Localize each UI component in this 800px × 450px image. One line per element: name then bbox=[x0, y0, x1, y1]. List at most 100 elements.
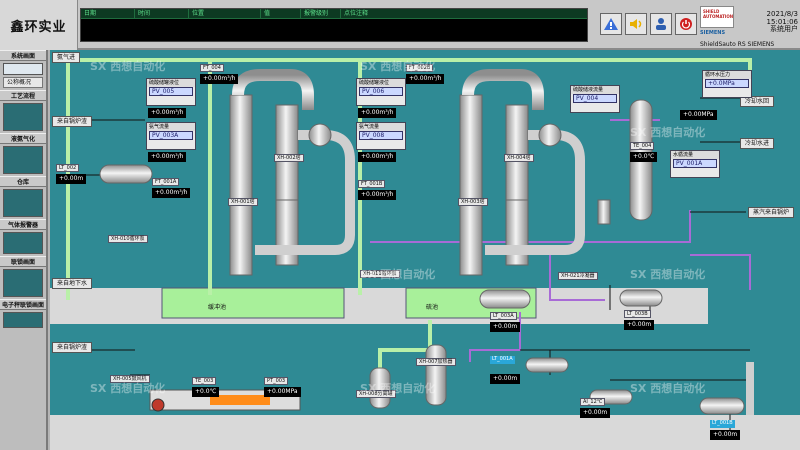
tower-2-lower bbox=[275, 199, 299, 266]
readout-lt003a: +0.00m bbox=[490, 322, 521, 332]
panel-pv008[interactable]: 氨气流量 PV_008 bbox=[356, 122, 406, 150]
readout-te004: +0.0℃ bbox=[630, 152, 658, 162]
tag-te004: TE_004 bbox=[630, 142, 655, 150]
flow-site-water: 来自地下水 bbox=[52, 278, 93, 289]
user-button[interactable] bbox=[650, 13, 672, 35]
tank-a bbox=[525, 357, 569, 373]
label-tower3[interactable]: XH-003塔 bbox=[458, 198, 488, 206]
label-pump-a[interactable]: XH-010循环泵 bbox=[108, 235, 148, 243]
alarm-banner[interactable]: 日期 时间 位置 值 报警级别 点位注释 bbox=[80, 8, 588, 42]
alarm-header-row: 日期 时间 位置 值 报警级别 点位注释 bbox=[81, 9, 587, 19]
scada-window: 鑫环实业 日期 时间 位置 值 报警级别 点位注释 SHIELD AUTOMAT… bbox=[0, 0, 800, 450]
watermark: SX 西想自动化 bbox=[360, 60, 436, 73]
readout-ai001: +0.00m bbox=[580, 408, 611, 418]
nav-section-gas-alarm[interactable]: 气体报警器 bbox=[0, 219, 46, 230]
panel-pt007[interactable]: 循环水压力 +0.0MPa bbox=[702, 70, 752, 98]
process-canvas: 氨气进 来自锅炉渣 来自地下水 来自锅炉渣 冷却水回 冷却水进 蒸汽来自锅炉 硫… bbox=[50, 50, 800, 450]
flow-cooling-water-in: 冷却水进 bbox=[740, 138, 775, 149]
alarm-col-level: 报警级别 bbox=[301, 9, 341, 18]
readout-pv006: +0.00m³/h bbox=[358, 108, 397, 118]
readout-pv008: +0.00m³/h bbox=[358, 152, 397, 162]
panel-pv006[interactable]: 硫酸储罐液位 PV_006 bbox=[356, 78, 406, 106]
tower-1-body bbox=[229, 94, 253, 276]
sound-button[interactable] bbox=[625, 13, 647, 35]
readout-lt003b: +0.00m bbox=[624, 320, 655, 330]
ground-slab-upper bbox=[50, 288, 708, 324]
buffer-pool bbox=[161, 287, 345, 319]
tower-3-body bbox=[459, 94, 483, 276]
nav-section-process[interactable]: 工艺流程 bbox=[0, 90, 46, 101]
tower-3-loop bbox=[485, 130, 585, 255]
alarm-col-date: 日期 bbox=[81, 9, 135, 18]
power-button[interactable] bbox=[675, 13, 697, 35]
readout-lt001b: +0.00m bbox=[710, 430, 741, 440]
tag-lt003a: LT_003A bbox=[490, 312, 517, 320]
readout-ft001b: +0.00m³/h bbox=[358, 190, 397, 200]
tag-lt002: LT_002 bbox=[56, 164, 80, 172]
label-vessel-a[interactable]: XH-021冷凝器 bbox=[558, 272, 598, 280]
watermark: SX 西想自动化 bbox=[630, 382, 706, 395]
label-tower4[interactable]: XH-004塔 bbox=[504, 154, 534, 162]
panel-pv001a[interactable]: 水循流量 PV_001A bbox=[670, 150, 720, 178]
vessel-b bbox=[619, 289, 663, 307]
siemens-logo: SIEMENS bbox=[700, 30, 726, 36]
label-buffer-pool: 缓冲池 bbox=[208, 304, 227, 311]
panel-pv003a[interactable]: 氨气流量 PV_003A bbox=[146, 122, 196, 150]
ground-slab-lower bbox=[50, 415, 800, 450]
tower-2-body bbox=[275, 104, 299, 201]
current-user: 系统用户 bbox=[770, 25, 798, 33]
speaker-icon bbox=[630, 19, 642, 29]
vessel-a bbox=[479, 289, 531, 309]
readout-ft002b: +0.00m³/h bbox=[406, 74, 445, 84]
tower-1-fan bbox=[308, 123, 332, 147]
tower-3-fan bbox=[538, 123, 562, 147]
tag-lt001a: LT_001A bbox=[490, 356, 515, 364]
readout-pv003a: +0.00m³/h bbox=[148, 152, 187, 162]
power-icon bbox=[680, 18, 692, 30]
nav-section-system[interactable]: 系统画面 bbox=[0, 50, 46, 61]
nav-section-vaporize[interactable]: 液氨气化 bbox=[0, 133, 46, 144]
watermark: SX 西想自动化 bbox=[90, 382, 166, 395]
panel-pv005[interactable]: 硫酸储罐液位 PV_005 bbox=[146, 78, 196, 106]
tag-lt001b: LT_001B bbox=[710, 420, 735, 428]
tag-pt003: PT_003 bbox=[264, 377, 289, 385]
readout-lt001a: +0.00m bbox=[490, 374, 521, 384]
nav-thumb-gas-alarm[interactable] bbox=[3, 232, 43, 254]
readout-ft004: +0.00m³/h bbox=[200, 74, 239, 84]
nav-thumb-home[interactable] bbox=[3, 63, 43, 75]
label-tower1[interactable]: XH-001塔 bbox=[228, 198, 258, 206]
tag-ft001b: FT_001B bbox=[358, 180, 386, 188]
left-tank bbox=[99, 164, 153, 184]
nav-section-warehouse[interactable]: 仓库 bbox=[0, 176, 46, 187]
heater-vessel bbox=[425, 344, 447, 406]
nav-thumb-scale-interlock[interactable] bbox=[3, 312, 43, 328]
readout-ft001a: +0.00m³/h bbox=[152, 188, 191, 198]
user-icon bbox=[656, 18, 666, 30]
readout-pt005: +0.00MPa bbox=[680, 110, 717, 120]
label-heater[interactable]: XH-007加热器 bbox=[416, 358, 456, 366]
nav-section-interlock[interactable]: 联锁画面 bbox=[0, 256, 46, 267]
tag-ft004: FT_004 bbox=[200, 64, 224, 72]
nav-thumb-warehouse[interactable] bbox=[3, 189, 43, 217]
nav-thumb-vaporize[interactable] bbox=[3, 146, 43, 174]
warning-icon bbox=[604, 18, 618, 30]
flow-slag-in-top: 来自锅炉渣 bbox=[52, 116, 93, 127]
watermark: SX 西想自动化 bbox=[630, 268, 706, 281]
tower-1-loop bbox=[255, 130, 355, 255]
readout-pv005: +0.00m³/h bbox=[148, 108, 187, 118]
vendor-logo: SHIELD AUTOMATION bbox=[700, 6, 734, 28]
tag-lt003b: LT_003B bbox=[624, 310, 651, 318]
panel-pv004[interactable]: 硫酸储液流量 PV_004 bbox=[570, 85, 620, 113]
label-tower2[interactable]: XH-002塔 bbox=[274, 154, 304, 162]
alarm-ack-button[interactable] bbox=[600, 13, 622, 35]
nav-item-overview[interactable]: 公称概况 bbox=[3, 77, 43, 88]
nav-section-scale-interlock[interactable]: 电子秤联锁画面 bbox=[0, 299, 46, 310]
small-filter bbox=[597, 199, 611, 225]
reactor-tank bbox=[699, 397, 745, 415]
alarm-col-time: 时间 bbox=[135, 9, 189, 18]
nav-thumb-process[interactable] bbox=[3, 103, 43, 131]
flow-slag-in-bottom: 来自锅炉渣 bbox=[52, 342, 93, 353]
tower-4-lower bbox=[505, 199, 529, 266]
watermark: SX 西想自动化 bbox=[90, 60, 166, 73]
nav-thumb-interlock[interactable] bbox=[3, 269, 43, 297]
